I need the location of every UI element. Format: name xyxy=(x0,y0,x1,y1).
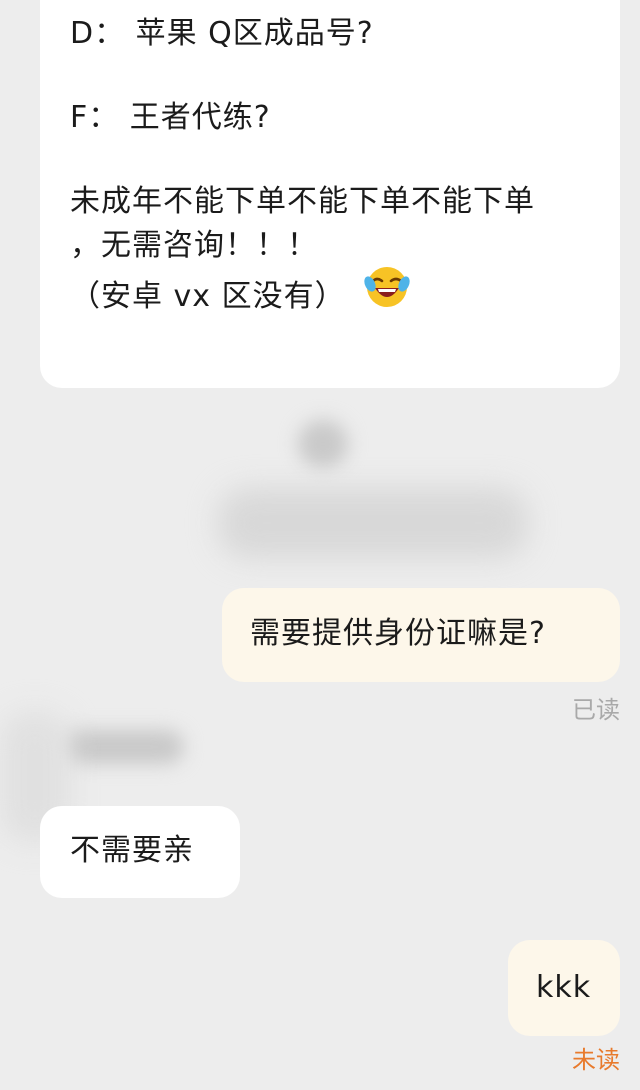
message-line: ，无需咨询！！！ xyxy=(70,228,318,263)
message-line: F： 王者代练? xyxy=(70,100,271,135)
laughing-crying-emoji-icon xyxy=(364,264,410,323)
message-line: （安卓 vx 区没有） xyxy=(70,267,590,314)
message-text: 不需要亲 xyxy=(70,833,194,868)
redacted-region xyxy=(218,488,528,558)
unread-status: 未读 xyxy=(572,1046,620,1074)
incoming-message-bubble[interactable]: D： 苹果 Q区成品号? F： 王者代练? 未成年不能下单不能下单不能下单 ，无… xyxy=(40,0,620,388)
message-line-text: （安卓 vx 区没有） xyxy=(70,279,346,314)
outgoing-message-bubble[interactable]: 需要提供身份证嘛是? xyxy=(222,588,620,682)
redacted-region xyxy=(62,730,184,764)
read-status: 已读 xyxy=(572,696,620,724)
redacted-region xyxy=(298,420,348,468)
incoming-message-bubble[interactable]: 不需要亲 xyxy=(40,806,240,898)
message-line: D： 苹果 Q区成品号? xyxy=(70,16,374,51)
outgoing-message-bubble[interactable]: kkk xyxy=(508,940,620,1036)
message-text: 需要提供身份证嘛是? xyxy=(250,616,546,651)
message-line: 未成年不能下单不能下单不能下单 xyxy=(70,184,535,219)
message-text: kkk xyxy=(536,970,592,1005)
